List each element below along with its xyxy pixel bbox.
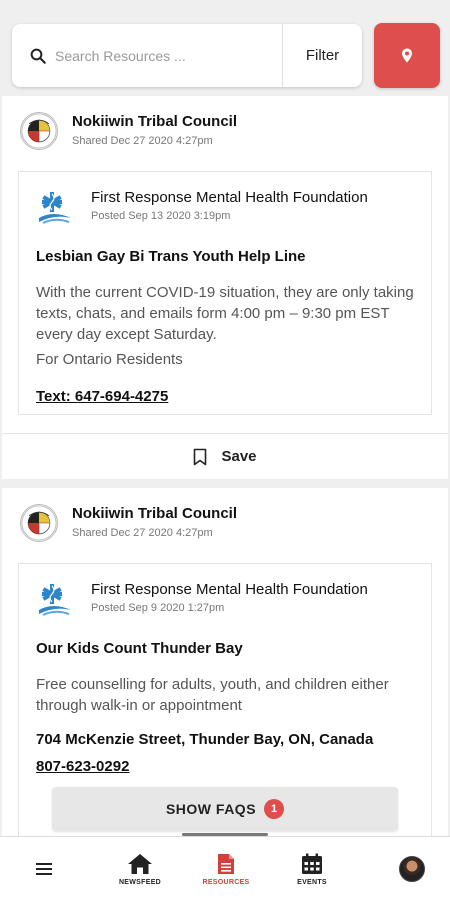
post-header: Nokiiwin Tribal Council Shared Dec 27 20… <box>20 112 237 150</box>
nav-newsfeed-label: NEWSFEED <box>118 878 162 886</box>
search-box[interactable]: Filter <box>12 24 362 87</box>
filter-button[interactable]: Filter <box>282 24 362 87</box>
resource-address[interactable]: 704 McKenzie Street, Thunder Bay, ON, Ca… <box>36 731 373 748</box>
resource-contact-link[interactable]: Text: 647-694-4275 <box>36 388 168 405</box>
user-avatar <box>399 856 425 882</box>
faq-label: SHOW FAQS <box>165 801 257 817</box>
save-label: Save <box>221 448 257 465</box>
resource-title[interactable]: Our Kids Count Thunder Bay <box>36 640 243 657</box>
home-icon <box>128 853 152 874</box>
nav-newsfeed[interactable]: NEWSFEED <box>110 837 170 900</box>
resource-description: Free counselling for adults, youth, and … <box>36 676 389 714</box>
post-header: Nokiiwin Tribal Council Shared Dec 27 20… <box>20 504 237 542</box>
posted-date: Posted Sep 9 2020 1:27pm <box>91 602 225 614</box>
calendar-icon <box>302 853 322 874</box>
search-input[interactable] <box>55 24 282 87</box>
foundation-logo <box>39 584 71 616</box>
profile-button[interactable] <box>392 837 432 900</box>
bookmark-icon <box>194 448 207 465</box>
tribal-council-logo <box>20 504 58 542</box>
org-name[interactable]: Nokiiwin Tribal Council <box>72 112 237 132</box>
feed-post: Nokiiwin Tribal Council Shared Dec 27 20… <box>2 488 448 836</box>
shared-date: Shared Dec 27 2020 4:27pm <box>72 527 213 539</box>
hamburger-menu-icon <box>36 863 52 875</box>
nav-resources-label: RESOURCES <box>202 878 250 886</box>
nav-resources[interactable]: RESOURCES <box>196 837 256 900</box>
foundation-header: First Response Mental Health Foundation … <box>35 188 368 228</box>
nav-events[interactable]: EVENTS <box>282 837 342 900</box>
posted-date: Posted Sep 13 2020 3:19pm <box>91 210 231 222</box>
tribal-council-logo <box>20 112 58 150</box>
foundation-name[interactable]: First Response Mental Health Foundation <box>91 580 368 600</box>
home-indicator <box>182 833 268 836</box>
faq-count-badge: 1 <box>264 799 285 819</box>
location-button[interactable] <box>374 23 440 88</box>
foundation-name[interactable]: First Response Mental Health Foundation <box>91 188 368 208</box>
org-name[interactable]: Nokiiwin Tribal Council <box>72 504 237 524</box>
nav-events-label: EVENTS <box>297 878 327 886</box>
top-bar: Filter <box>0 0 450 96</box>
resource-phone-link[interactable]: 807-623-0292 <box>36 758 129 775</box>
bottom-navigation: NEWSFEED RESOURCES EVENTS <box>0 833 450 900</box>
menu-button[interactable] <box>26 837 62 900</box>
show-faqs-button[interactable]: SHOW FAQS 1 <box>52 787 398 831</box>
resource-description: With the current COVID-19 situation, the… <box>36 284 414 343</box>
foundation-logo <box>39 192 71 224</box>
resource-feed[interactable]: Nokiiwin Tribal Council Shared Dec 27 20… <box>0 96 450 836</box>
shared-date: Shared Dec 27 2020 4:27pm <box>72 135 213 147</box>
search-icon <box>30 48 46 64</box>
foundation-header: First Response Mental Health Foundation … <box>35 580 368 620</box>
resource-card[interactable]: First Response Mental Health Foundation … <box>18 171 432 415</box>
save-button[interactable]: Save <box>2 433 448 479</box>
location-pin-icon <box>402 48 412 63</box>
resource-title[interactable]: Lesbian Gay Bi Trans Youth Help Line <box>36 248 306 265</box>
feed-post: Nokiiwin Tribal Council Shared Dec 27 20… <box>2 96 448 479</box>
resource-note: For Ontario Residents <box>36 351 183 368</box>
document-icon <box>218 853 234 874</box>
